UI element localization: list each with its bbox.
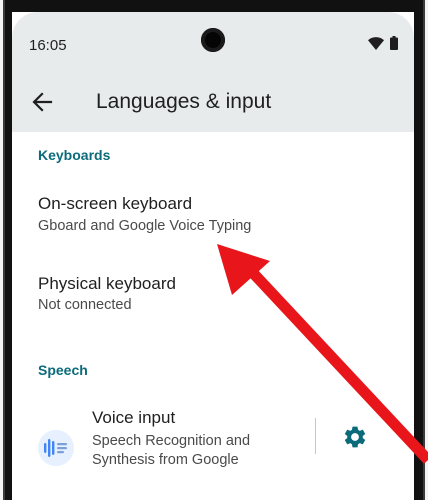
phone-screen: 16:05 Languages & input Keyboards On-scr…: [12, 12, 414, 500]
item-title: On-screen keyboard: [38, 194, 193, 213]
item-subtitle: Gboard and Google Voice Typing: [38, 218, 252, 234]
section-header-speech: Speech: [38, 362, 88, 378]
page-title: Languages & input: [96, 90, 272, 113]
app-bar: 16:05 Languages & input: [12, 12, 414, 132]
arrow-back-icon: [32, 92, 53, 112]
item-title: Physical keyboard: [38, 274, 176, 293]
phone-bezel-right: [414, 0, 428, 500]
phone-bezel-top: [0, 0, 428, 12]
gear-icon: [344, 426, 366, 448]
front-camera: [201, 28, 225, 52]
section-header-keyboards: Keyboards: [38, 147, 111, 163]
on-screen-keyboard-item[interactable]: On-screen keyboard Gboard and Google Voi…: [12, 182, 414, 250]
physical-keyboard-item[interactable]: Physical keyboard Not connected: [12, 262, 414, 330]
status-icons: [368, 36, 398, 55]
vertical-divider: [315, 418, 316, 454]
back-button[interactable]: [28, 88, 56, 116]
status-time: 16:05: [29, 37, 67, 54]
battery-icon: [390, 36, 398, 55]
item-subtitle: Not connected: [38, 297, 132, 313]
phone-frame: 16:05 Languages & input Keyboards On-scr…: [0, 0, 428, 500]
phone-bezel-left: [0, 0, 12, 500]
voice-input-subtitle-line1: Speech Recognition and: [92, 433, 251, 449]
voice-input-title: Voice input: [92, 408, 176, 427]
voice-input-settings-button[interactable]: [342, 424, 368, 450]
voice-input-subtitle-line2: Synthesis from Google: [92, 452, 239, 468]
voice-input-subtitle: Speech Recognition and Synthesis from Go…: [92, 432, 292, 470]
wifi-icon: [368, 36, 384, 55]
google-voice-icon: [38, 430, 74, 466]
